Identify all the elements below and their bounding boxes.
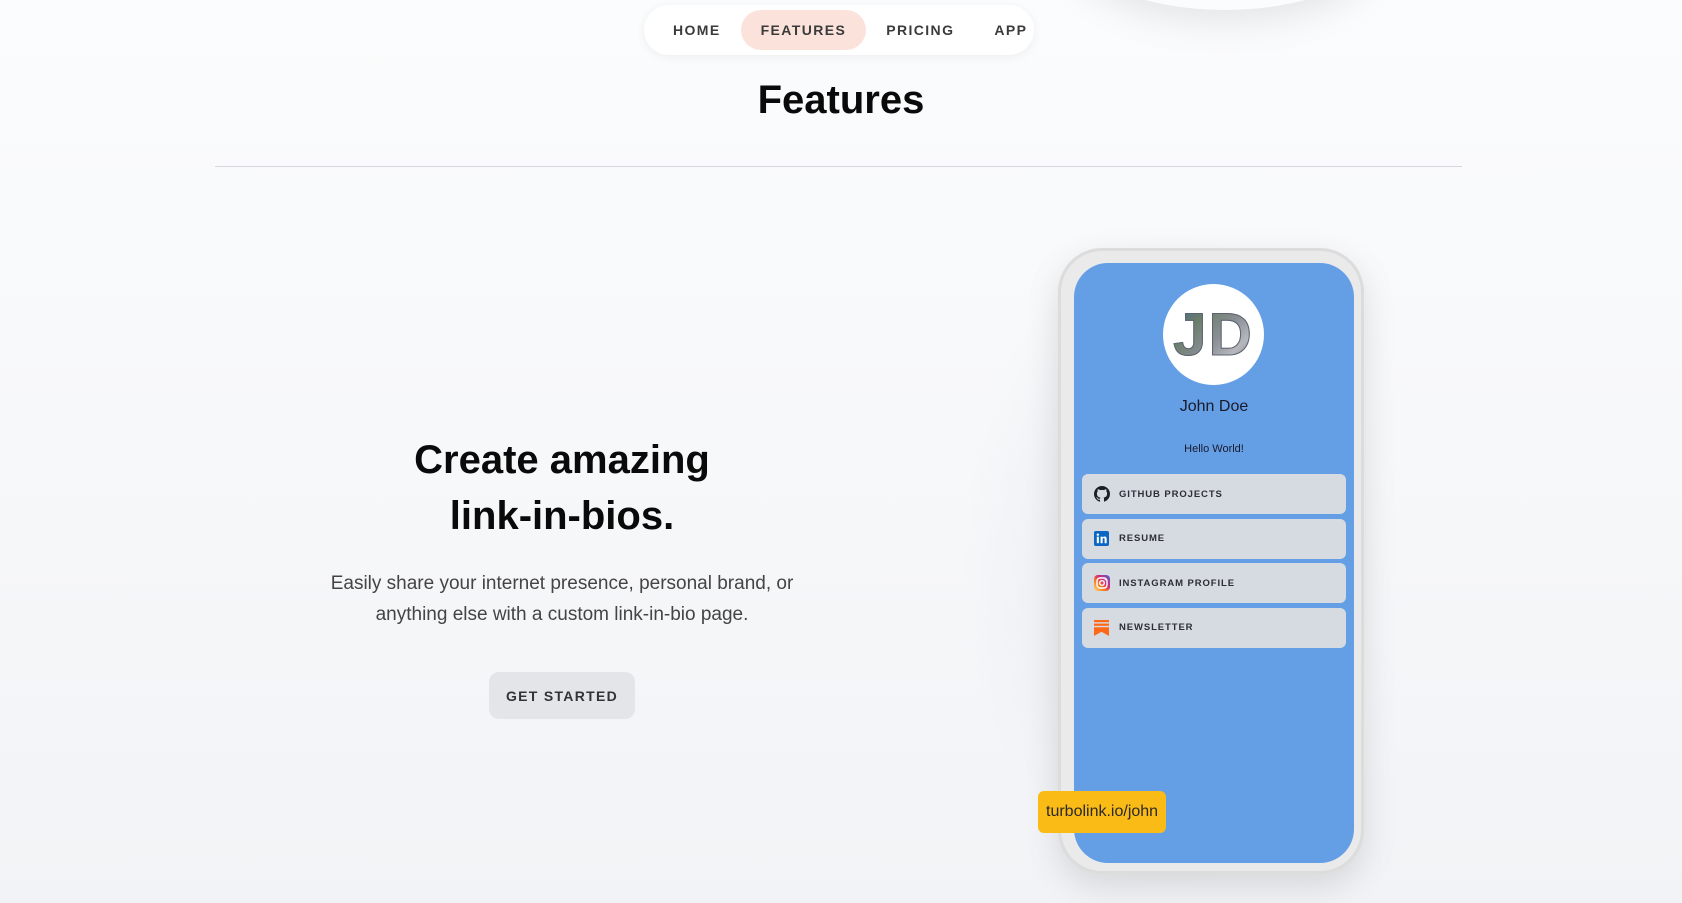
page: HOME FEATURES PRICING APP Features Creat… — [0, 0, 1682, 903]
profile-name: John Doe — [1179, 398, 1249, 415]
nav-home[interactable]: HOME — [653, 10, 741, 50]
nav-pricing[interactable]: PRICING — [866, 10, 974, 50]
hero-title: Create amazing link-in-bios. — [414, 438, 710, 538]
profile-bio: Hello World! — [1184, 443, 1244, 455]
section-title: Features — [757, 78, 925, 122]
get-started-button[interactable]: GET STARTED — [488, 672, 636, 719]
hero-subtitle: Easily share your internet presence, per… — [330, 573, 794, 625]
link-github-projects[interactable]: GITHUB PROJECTS — [1082, 474, 1346, 514]
github-icon — [1093, 486, 1110, 503]
profile-links: GITHUB PROJECTS RESUME INSTAGRAM PROFILE… — [1082, 474, 1346, 652]
avatar-initials: JD — [1173, 301, 1254, 369]
nav-features[interactable]: FEATURES — [740, 10, 867, 50]
link-label: GITHUB PROJECTS — [1119, 488, 1223, 500]
profile-url-badge: turbolink.io/john — [1038, 791, 1167, 833]
nav-app[interactable]: APP — [974, 10, 1047, 50]
decorative-blob — [1075, 0, 1375, 10]
link-instagram-profile[interactable]: INSTAGRAM PROFILE — [1082, 563, 1346, 603]
phone-mockup: JD John Doe Hello World! GITHUB PROJECTS… — [1058, 248, 1364, 874]
link-label: NEWSLETTER — [1119, 622, 1194, 633]
section-divider — [215, 166, 1462, 167]
avatar: JD — [1163, 284, 1264, 385]
top-nav: HOME FEATURES PRICING APP — [644, 5, 1034, 55]
hero: Create amazing link-in-bios. Easily shar… — [312, 432, 812, 719]
link-label: RESUME — [1119, 533, 1166, 544]
linkedin-icon — [1093, 530, 1110, 547]
link-newsletter[interactable]: NEWSLETTER — [1082, 607, 1346, 648]
link-label: INSTAGRAM PROFILE — [1119, 577, 1235, 589]
phone-screen: JD John Doe Hello World! GITHUB PROJECTS… — [1074, 263, 1354, 863]
substack-icon — [1093, 619, 1110, 636]
instagram-icon — [1093, 575, 1110, 592]
link-resume[interactable]: RESUME — [1082, 518, 1346, 559]
